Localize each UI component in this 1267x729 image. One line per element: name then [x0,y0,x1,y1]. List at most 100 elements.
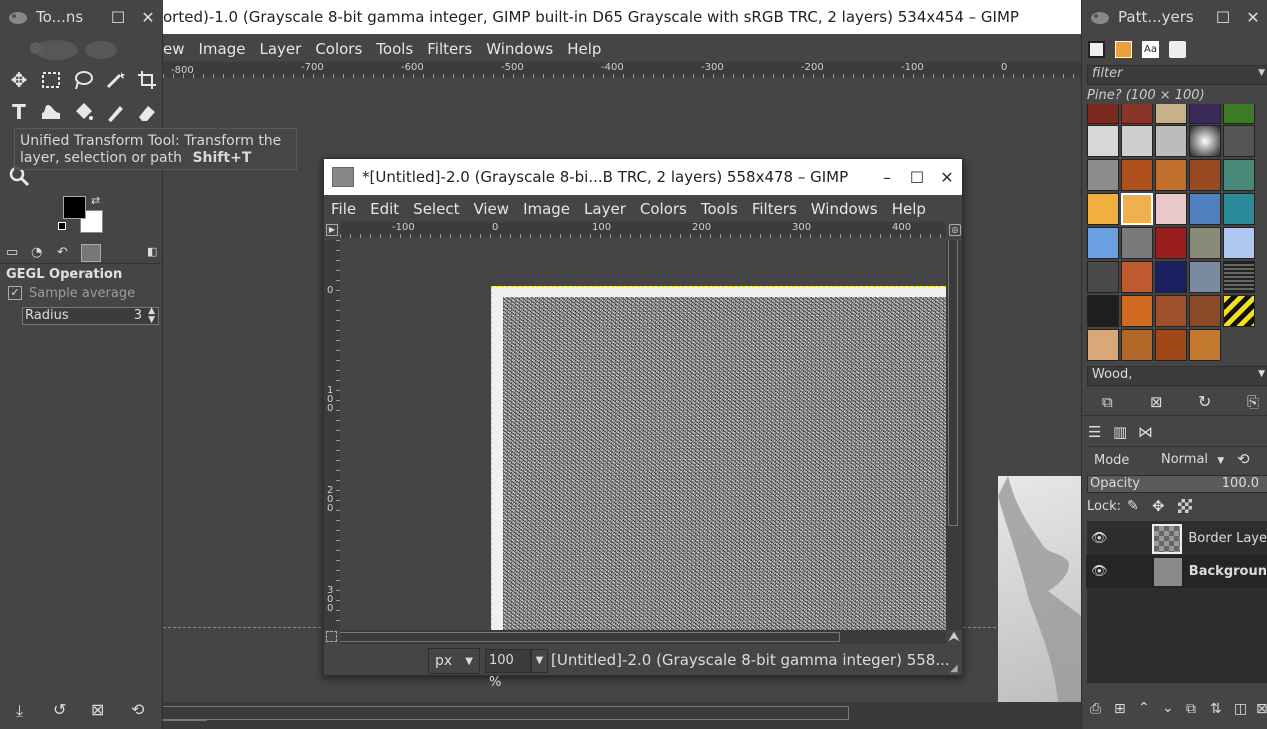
eye-icon[interactable]: 👁 [1088,564,1111,579]
pattern-swatch[interactable] [1121,295,1153,327]
pattern-swatch[interactable] [1189,227,1221,259]
new-layer-icon[interactable]: ⎙ [1090,701,1101,717]
merge-layer-icon[interactable]: ⇅ [1210,701,1222,717]
scrollbar-thumb[interactable] [163,706,849,720]
sample-average-checkbox[interactable]: ✓ [8,286,22,300]
layer-row[interactable]: 👁 Border Laye [1086,522,1267,555]
duplicate-pattern-icon[interactable]: ⧉ [1102,393,1113,411]
pattern-swatch[interactable] [1155,193,1187,225]
default-colors-icon[interactable] [58,222,66,230]
maximize-icon[interactable]: ☐ [1208,8,1238,27]
delete-layer-icon[interactable]: ⊠ [1256,701,1267,717]
configure-tab-icon[interactable]: ◧ [147,245,157,258]
pattern-swatch[interactable] [1155,125,1187,157]
eraser-tool-icon[interactable] [133,98,161,126]
image-horizontal-scrollbar[interactable] [340,630,946,644]
open-pattern-icon[interactable]: ⎘ [1247,393,1259,411]
navigate-icon[interactable]: ⮝ [948,629,960,645]
close-icon[interactable]: ✕ [1238,8,1267,27]
pattern-swatch[interactable] [1189,125,1221,157]
radius-spinbox[interactable]: Radius 3 ▲ ▼ [22,307,159,325]
pattern-swatch[interactable] [1223,295,1255,327]
spin-arrows-icon[interactable]: ▲ ▼ [148,307,155,325]
close-icon[interactable]: ✕ [932,168,962,187]
delete-options-icon[interactable]: ⊠ [91,700,104,719]
image-window-titlebar[interactable]: *[Untitled]-2.0 (Grayscale 8-bi...B TRC,… [324,159,962,195]
device-status-tab-icon[interactable]: ◔ [31,245,42,260]
pattern-swatch[interactable] [1087,329,1119,361]
menu-view[interactable]: View [466,200,516,218]
pattern-swatch[interactable] [1189,104,1221,124]
pattern-swatch[interactable] [1223,261,1255,293]
pattern-swatch[interactable] [1087,104,1119,124]
minimize-icon[interactable]: – [872,168,902,187]
pattern-swatch[interactable] [1087,261,1119,293]
close-icon[interactable]: ✕ [133,8,163,27]
lasso-tool-icon[interactable] [69,66,97,94]
reset-mode-icon[interactable]: ⟲ [1237,450,1250,468]
pattern-swatch-selected[interactable] [1121,193,1153,225]
menu-help[interactable]: Help [885,200,933,218]
menu-windows[interactable]: Windows [479,40,560,58]
menu-colors[interactable]: Colors [308,40,369,58]
swap-colors-icon[interactable]: ⇄ [91,194,100,207]
menu-layer[interactable]: Layer [577,200,633,218]
brushes-tab-icon[interactable] [1088,41,1105,58]
main-horizontal-ruler[interactable]: -800 -700 -600 -500 -400 -300 -200 -100 … [163,62,1081,78]
menu-file[interactable]: File [324,200,363,218]
fonts-tab-icon[interactable]: Aa [1142,41,1159,58]
document-history-tab-icon[interactable] [1169,41,1186,58]
mask-layer-icon[interactable]: ◫ [1234,701,1247,717]
menu-help[interactable]: Help [560,40,608,58]
pattern-swatch[interactable] [1087,295,1119,327]
pattern-swatch[interactable] [1189,295,1221,327]
pattern-swatch[interactable] [1223,193,1255,225]
reset-options-icon[interactable]: ⟲ [131,700,144,719]
menu-filters[interactable]: Filters [420,40,479,58]
menu-edit[interactable]: Edit [363,200,406,218]
pattern-swatch[interactable] [1155,227,1187,259]
ruler-corner-icon[interactable]: ▶ [326,224,338,236]
eye-icon[interactable]: 👁 [1088,531,1110,546]
duplicate-layer-icon[interactable]: ⧉ [1186,701,1196,717]
restore-options-icon[interactable]: ↺ [53,700,66,719]
pattern-swatch[interactable] [1223,159,1255,191]
quick-mask-icon[interactable] [326,631,337,642]
pattern-tag-field[interactable]: Wood, ▼ [1087,366,1267,386]
pattern-swatch[interactable] [1121,261,1153,293]
lock-pixels-icon[interactable]: ✎ [1127,498,1139,514]
rect-select-tool-icon[interactable] [37,66,65,94]
menu-select[interactable]: Select [406,200,466,218]
image-vertical-ruler[interactable]: 0 1 0 0 2 0 0 3 0 0 [324,240,340,630]
pattern-swatch[interactable] [1121,125,1153,157]
pattern-swatch[interactable] [1121,159,1153,191]
tool-options-tab-icon[interactable]: ▭ [6,245,18,260]
pattern-swatch[interactable] [1087,227,1119,259]
maximize-icon[interactable]: ☐ [103,8,133,27]
pattern-swatch[interactable] [1189,329,1221,361]
layer-row-selected[interactable]: 👁 Backgroun [1086,555,1267,588]
pattern-swatch[interactable] [1121,227,1153,259]
menu-image[interactable]: Image [516,200,577,218]
mode-dropdown[interactable]: Normal ▼ [1161,449,1229,471]
toolbox-titlebar[interactable]: To...ns ☐ ✕ [0,0,163,34]
crop-tool-icon[interactable] [133,66,161,94]
paintbrush-tool-icon[interactable] [101,98,129,126]
save-options-icon[interactable]: ⤓ [16,701,23,721]
scrollbar-thumb[interactable] [948,240,958,526]
image-canvas[interactable] [340,240,946,630]
bucket-fill-tool-icon[interactable] [69,98,97,126]
refresh-patterns-icon[interactable]: ↻ [1198,392,1211,411]
dock-titlebar[interactable]: Patt...yers ☐ ✕ [1082,0,1267,34]
image-vertical-scrollbar[interactable] [946,240,962,630]
channels-tab-icon[interactable]: ▥ [1113,423,1127,441]
zoom-lock-icon[interactable]: ◎ [949,224,961,236]
pattern-grid[interactable] [1087,104,1263,362]
pattern-filter-input[interactable]: filter ▼ [1087,65,1267,85]
pattern-swatch[interactable] [1155,104,1187,124]
delete-pattern-icon[interactable]: ⊠ [1150,393,1163,411]
pattern-swatch[interactable] [1155,295,1187,327]
maximize-icon[interactable]: ☐ [902,168,932,187]
pattern-swatch[interactable] [1189,159,1221,191]
patterns-tab-icon[interactable] [1115,41,1132,58]
